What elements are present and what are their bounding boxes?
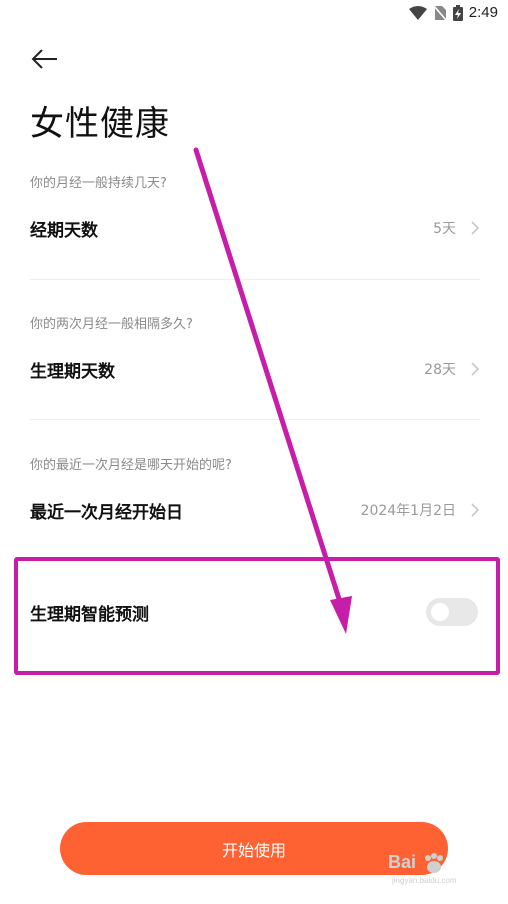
page-title: 女性健康 (30, 104, 170, 144)
chevron-right-icon (471, 503, 480, 517)
annotation-highlight-box (14, 557, 500, 675)
row-value: 28天 (424, 362, 456, 378)
row-cycle-days[interactable]: 生理期天数 28天 (30, 349, 480, 389)
hint-last-period: 你的最近一次月经是哪天开始的呢? (30, 458, 232, 473)
wifi-icon (408, 5, 427, 20)
hint-cycle-length: 你的两次月经一般相隔多久? (30, 317, 193, 332)
back-button[interactable] (30, 46, 60, 72)
chevron-right-icon (471, 362, 480, 376)
row-value: 5天 (433, 221, 456, 237)
row-label: 最近一次月经开始日 (30, 502, 183, 523)
chevron-right-icon (471, 221, 480, 235)
row-value: 2024年1月2日 (360, 503, 456, 519)
paw-icon (425, 853, 444, 874)
hint-period-length: 你的月经一般持续几天? (30, 176, 167, 191)
status-time: 2:49 (468, 4, 498, 21)
no-sim-icon (433, 4, 447, 21)
status-bar: 2:49 (0, 0, 508, 28)
divider (30, 279, 480, 280)
row-last-period-start[interactable]: 最近一次月经开始日 2024年1月2日 (30, 490, 480, 530)
status-icons: 2:49 (408, 4, 498, 21)
row-label: 经期天数 (30, 220, 98, 241)
battery-charging-icon (452, 4, 463, 21)
row-label: 生理期天数 (30, 361, 115, 382)
watermark-logo: Bai jingyan.baidu.com (388, 852, 498, 892)
watermark-sub: jingyan.baidu.com (392, 876, 457, 886)
arrow-left-icon (31, 49, 57, 69)
divider (30, 419, 480, 420)
row-period-days[interactable]: 经期天数 5天 (30, 208, 480, 248)
watermark-text: Bai (388, 852, 417, 872)
